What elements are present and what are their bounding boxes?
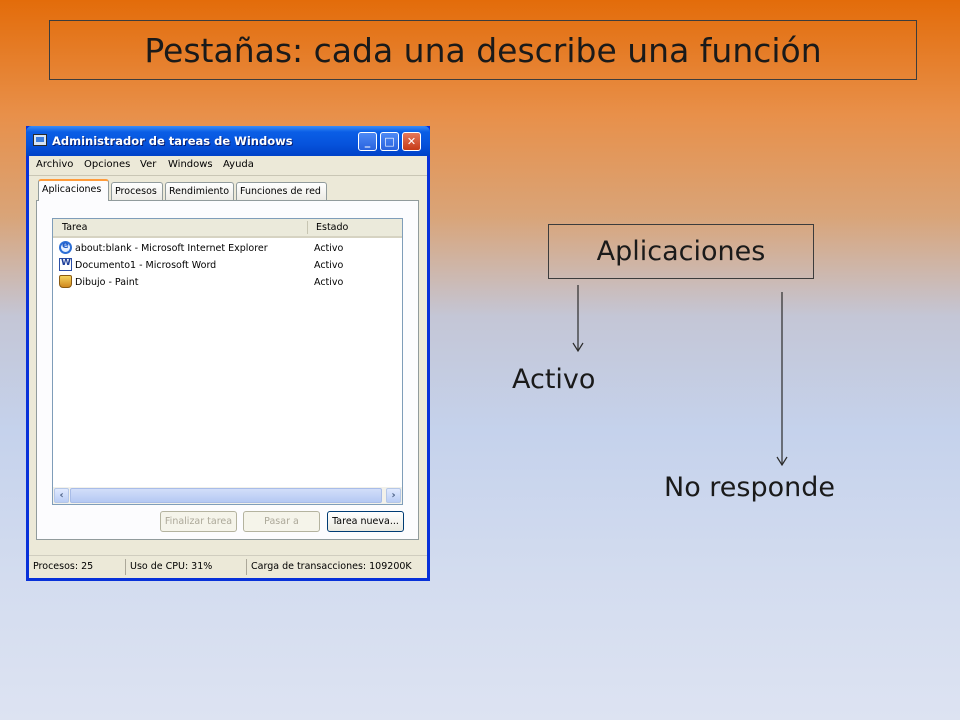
tab-aplicaciones[interactable]: Aplicaciones [38,179,109,201]
state-not-responding-label: No responde [664,472,836,503]
state-active-label: Activo [512,364,596,395]
diagram-arrows [572,285,788,467]
